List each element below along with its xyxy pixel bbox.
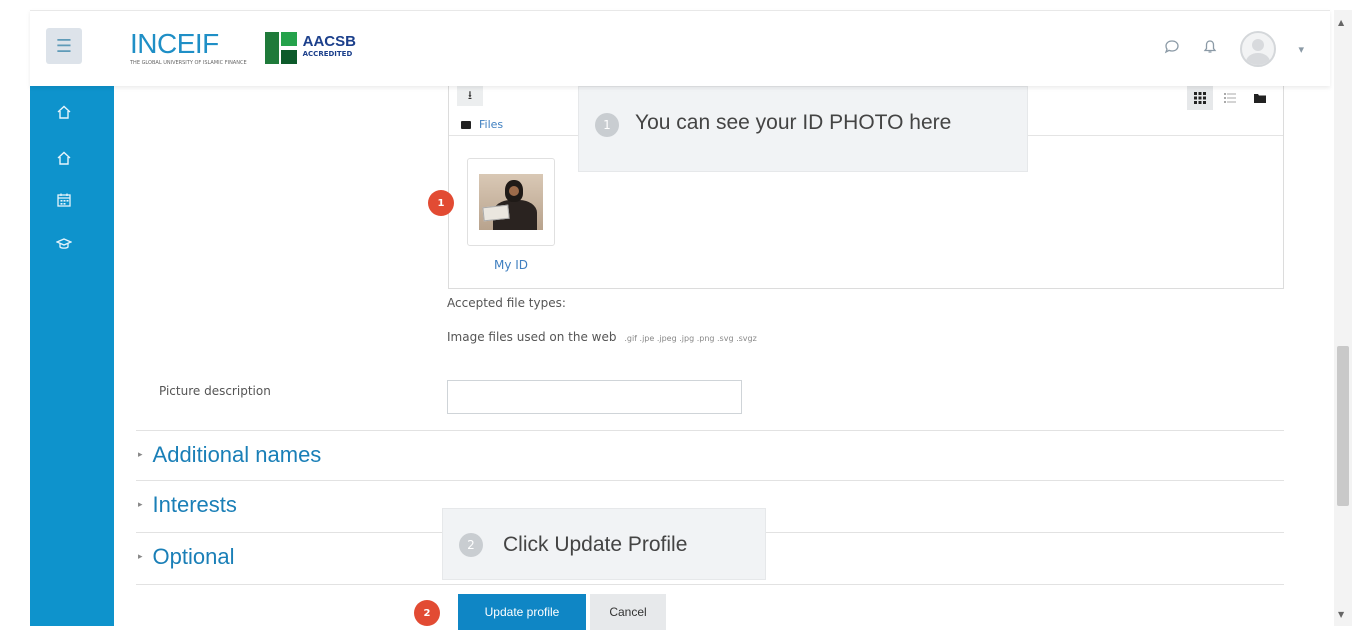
filetypes-extensions: .gif .jpe .jpeg .jpg .png .svg .svgz [624, 334, 757, 343]
divider [136, 480, 1284, 481]
update-profile-button[interactable]: Update profile [458, 594, 586, 630]
aacsb-logo: AACSB ACCREDITED [264, 32, 356, 64]
folder-icon [461, 120, 471, 129]
section-title[interactable]: Interests [153, 492, 237, 518]
app-window: ☰ INCEIF THE GLOBAL UNIVERSITY OF ISLAMI… [0, 0, 1371, 630]
inceif-logo-subtext: THE GLOBAL UNIVERSITY OF ISLAMIC FINANCE [130, 60, 247, 66]
accepted-types-label: Accepted file types: [447, 296, 566, 310]
section-interests[interactable]: ▸ Interests [138, 492, 237, 518]
view-mode-toggle [1187, 86, 1273, 110]
user-avatar[interactable] [1240, 31, 1277, 67]
list-view-icon[interactable] [1217, 86, 1243, 110]
left-sidebar [30, 86, 114, 626]
step-badge-2: 2 [414, 600, 440, 626]
inceif-logo: INCEIF THE GLOBAL UNIVERSITY OF ISLAMIC … [130, 28, 247, 67]
top-navbar: ☰ INCEIF THE GLOBAL UNIVERSITY OF ISLAMI… [30, 10, 1330, 86]
inceif-logo-text: INCEIF [130, 28, 219, 59]
dashboard-home-icon[interactable] [54, 148, 74, 168]
main-content: ⭳ Files My ID 1 You can see your ID PHOT… [114, 86, 1330, 630]
breadcrumb[interactable]: Files [461, 118, 503, 131]
site-logo[interactable]: INCEIF THE GLOBAL UNIVERSITY OF ISLAMIC … [130, 25, 356, 71]
accepted-types-list: Image files used on the web .gif .jpe .j… [447, 330, 757, 344]
message-icon[interactable] [1164, 39, 1180, 59]
navbar-actions: ▾ [1164, 31, 1304, 67]
divider [136, 430, 1284, 431]
chevron-right-icon: ▸ [138, 500, 143, 510]
graduation-cap-icon[interactable] [54, 234, 74, 254]
calendar-icon[interactable] [54, 190, 74, 210]
section-optional[interactable]: ▸ Optional [138, 544, 234, 570]
tutorial-callout-1: 1 You can see your ID PHOTO here [578, 86, 1028, 172]
callout-text: Click Update Profile [503, 533, 688, 556]
callout-number: 1 [595, 113, 619, 137]
folder-view-icon[interactable] [1247, 86, 1273, 110]
divider [136, 584, 1284, 585]
picture-description-label: Picture description [159, 384, 271, 398]
grid-view-icon[interactable] [1187, 86, 1213, 110]
scroll-down-icon[interactable]: ▼ [1338, 610, 1344, 619]
scrollbar-thumb[interactable] [1337, 346, 1349, 506]
section-title[interactable]: Optional [153, 544, 235, 570]
callout-number: 2 [459, 533, 483, 557]
picture-description-input[interactable] [447, 380, 742, 414]
section-additional-names[interactable]: ▸ Additional names [138, 442, 321, 468]
filetypes-label: Image files used on the web [447, 330, 617, 344]
id-photo-image [479, 174, 543, 230]
breadcrumb-files[interactable]: Files [479, 118, 503, 131]
scroll-up-icon[interactable]: ▲ [1338, 18, 1344, 27]
file-name[interactable]: My ID [467, 258, 555, 272]
section-title[interactable]: Additional names [153, 442, 322, 468]
chevron-right-icon: ▸ [138, 552, 143, 562]
home-icon[interactable] [54, 102, 74, 122]
callout-text: You can see your ID PHOTO here [635, 111, 952, 134]
aacsb-logo-subtext: ACCREDITED [302, 50, 353, 58]
aacsb-logo-text: AACSB [302, 33, 356, 50]
cancel-button[interactable]: Cancel [590, 594, 666, 630]
bell-icon[interactable] [1202, 39, 1218, 59]
vertical-scrollbar[interactable]: ▲ ▼ [1334, 10, 1352, 626]
chevron-right-icon: ▸ [138, 450, 143, 460]
aacsb-mark-icon [264, 32, 297, 64]
download-icon[interactable]: ⭳ [457, 86, 483, 106]
tutorial-callout-2: 2 Click Update Profile [442, 508, 766, 580]
hamburger-icon[interactable]: ☰ [46, 28, 82, 64]
chevron-down-icon[interactable]: ▾ [1298, 43, 1304, 56]
file-thumbnail[interactable] [467, 158, 555, 246]
step-badge-1: 1 [428, 190, 454, 216]
